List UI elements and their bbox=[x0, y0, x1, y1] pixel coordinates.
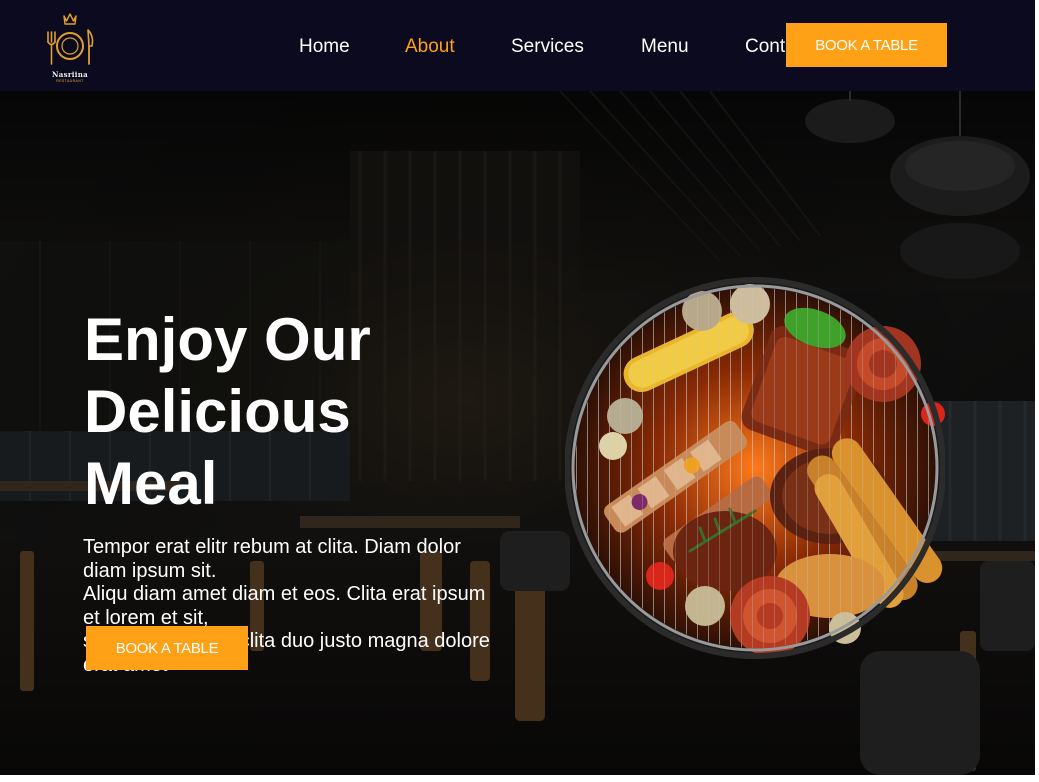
nav-services[interactable]: Services bbox=[511, 36, 584, 58]
nav-home[interactable]: Home bbox=[299, 36, 350, 58]
brand-name: Nasriina bbox=[52, 70, 88, 79]
nav-contact[interactable]: Contact bbox=[745, 36, 786, 58]
hero-title-line: Delicious bbox=[84, 378, 351, 445]
hero-description-line: Tempor erat elitr rebum at clita. Diam d… bbox=[83, 536, 461, 582]
brand-logo[interactable]: Nasriina RESTAURANT bbox=[42, 12, 98, 86]
nav-menu[interactable]: Menu bbox=[641, 36, 689, 58]
page: Enjoy Our Delicious Meal Tempor erat eli… bbox=[0, 0, 1039, 782]
hero-title-line: Meal bbox=[84, 450, 218, 517]
page-edge-right bbox=[1035, 0, 1039, 782]
hero-book-table-button[interactable]: BOOK A TABLE bbox=[86, 626, 248, 670]
page-edge-bottom bbox=[0, 775, 1039, 782]
hero-section: Enjoy Our Delicious Meal Tempor erat eli… bbox=[0, 91, 1035, 775]
crown-fork-plate-knife-icon bbox=[47, 13, 94, 65]
brand-tagline: RESTAURANT bbox=[56, 79, 84, 83]
hero-title-line: Enjoy Our bbox=[84, 306, 371, 373]
grilled-food-image bbox=[565, 277, 945, 659]
hero-description-line: Aliqu diam amet diam et eos. Clita erat … bbox=[83, 583, 486, 629]
nav-about[interactable]: About bbox=[405, 36, 455, 58]
hero-title: Enjoy Our Delicious Meal bbox=[84, 304, 504, 520]
navbar: Nasriina RESTAURANT Home About Services … bbox=[0, 0, 1035, 91]
nav-contact-wrapper: Contact bbox=[745, 30, 786, 62]
nav-book-table-button[interactable]: BOOK A TABLE bbox=[786, 23, 947, 67]
